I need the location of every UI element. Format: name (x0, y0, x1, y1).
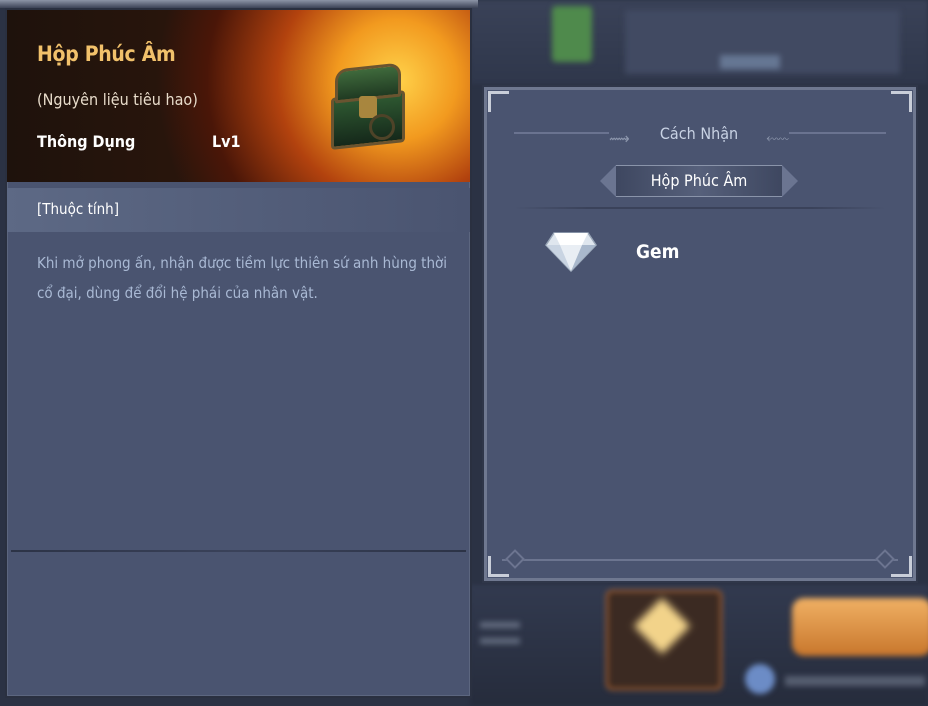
bottom-ornament-line (502, 559, 898, 561)
background-hint-icon (745, 664, 775, 694)
source-entry-label: Gem (636, 241, 680, 263)
acquisition-title: Cách Nhận (659, 124, 739, 143)
acquisition-title-row: ⟿ Cách Nhận ⬳ (484, 115, 916, 151)
item-description: Khi mở phong ấn, nhận được tiềm lực thiê… (37, 254, 448, 302)
source-item-name: Hộp Phúc Âm (650, 171, 748, 190)
item-header: Hộp Phúc Âm (Nguyên liệu tiêu hao) Thông… (7, 10, 470, 182)
background-action-button (792, 598, 928, 656)
acquisition-panel: ⟿ Cách Nhận ⬳ Hộp Phúc Âm Gem (482, 85, 918, 583)
corner-ornament (488, 91, 509, 112)
gem-icon (545, 232, 597, 273)
background-green-button (552, 6, 592, 62)
section-divider (514, 207, 886, 209)
item-name: Hộp Phúc Âm (37, 42, 176, 66)
attribute-header: [Thuộc tính] (37, 200, 119, 218)
corner-ornament (891, 91, 912, 112)
wing-ornament-icon: ⬳ (766, 129, 789, 148)
item-rarity: Thông Dụng (37, 132, 136, 151)
background-tab-label (720, 55, 780, 69)
wing-ornament-icon: ⟿ (609, 129, 630, 148)
treasure-chest-icon (329, 62, 409, 152)
background-hint-text (785, 676, 925, 686)
source-entry-gem[interactable]: Gem (544, 227, 794, 275)
attribute-header-bar: [Thuộc tính] (7, 188, 470, 232)
source-item-name-banner: Hộp Phúc Âm (600, 159, 798, 199)
arrow-right-icon (782, 165, 798, 197)
item-category: (Nguyên liệu tiêu hao) (37, 90, 198, 109)
panel-frame-top (0, 0, 478, 8)
item-detail-panel: Hộp Phúc Âm (Nguyên liệu tiêu hao) Thông… (5, 8, 472, 698)
item-level: Lv1 (212, 132, 241, 151)
arrow-left-icon (600, 165, 616, 197)
panel-divider (11, 550, 466, 552)
background-stat-lines (480, 612, 520, 672)
